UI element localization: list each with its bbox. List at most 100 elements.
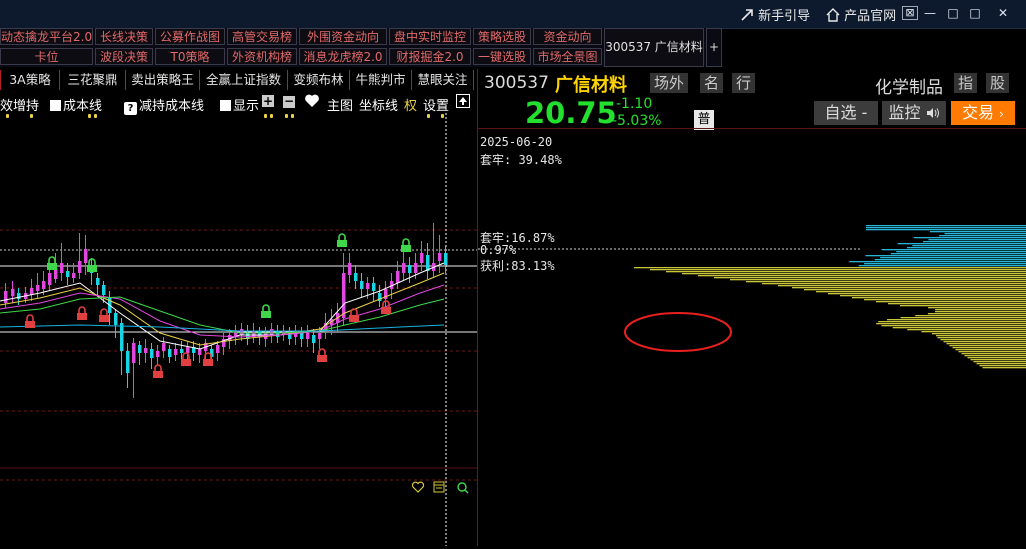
restore-button[interactable]: ⊠ xyxy=(902,6,918,20)
module-button[interactable]: 财报掘金2.0 xyxy=(389,48,471,65)
strategy-tab[interactable]: 3A策略 xyxy=(0,70,60,90)
lock-shackle xyxy=(155,365,161,371)
title-bar: 新手引导 产品官网 ⊠ — □ □ ✕ xyxy=(0,0,1026,29)
heart-icon[interactable] xyxy=(304,93,320,112)
axis-line-button[interactable]: 坐标线 xyxy=(359,95,398,114)
lock-shackle xyxy=(339,234,345,240)
module-button[interactable]: T0策略 xyxy=(155,48,225,65)
add-watchlist-button[interactable]: 自选 - xyxy=(814,101,878,125)
zoom-out-icon[interactable]: − xyxy=(283,94,295,109)
guide-link[interactable]: 新手引导 xyxy=(740,5,810,24)
module-button[interactable]: 盘中实时监控 xyxy=(389,28,471,45)
chip-distribution-panel[interactable]: 2025-06-20 套牢: 39.48% 套牢:16.87% 0.97% 获利… xyxy=(478,135,1026,546)
lock-shackle xyxy=(27,315,33,321)
website-link[interactable]: 产品官网 xyxy=(826,5,896,24)
kline-chart[interactable] xyxy=(0,113,477,546)
industry-label[interactable]: 化学制品 xyxy=(875,73,943,98)
module-button[interactable]: 外围资金动向 xyxy=(299,28,387,45)
chip-bar xyxy=(935,311,1026,312)
add-tab-button[interactable]: + xyxy=(706,28,722,67)
module-button[interactable]: 长线决策 xyxy=(95,28,153,45)
chip-bar xyxy=(849,261,1026,262)
strategy-tab[interactable]: 变频布林 xyxy=(288,70,350,90)
strategy-tab[interactable]: 卖出策略王 xyxy=(126,70,200,90)
candle-body xyxy=(318,333,322,339)
chip-bar xyxy=(866,255,1026,256)
tag-industry[interactable]: 行 xyxy=(732,73,755,93)
monitor-button[interactable]: 监控 xyxy=(882,101,946,125)
lock-icon xyxy=(349,309,359,322)
module-button[interactable]: 卡位 xyxy=(0,48,93,65)
zoom-in-icon[interactable]: + xyxy=(262,94,274,109)
chip-bar xyxy=(762,283,1026,284)
chip-bar xyxy=(666,271,1026,272)
candle-body xyxy=(372,283,376,291)
main-chart-button[interactable]: 主图 xyxy=(327,95,353,114)
candle-body xyxy=(150,349,154,358)
chip-bar xyxy=(930,231,1026,232)
stock-tab-button[interactable]: 300537 广信材料 xyxy=(604,28,704,67)
tag-offmarket[interactable]: 场外 xyxy=(650,73,688,93)
chip-bar xyxy=(778,285,1026,286)
strategy-tab[interactable]: 慧眼关注 xyxy=(412,70,474,90)
module-button[interactable]: 策略选股 xyxy=(473,28,531,45)
chip-bar xyxy=(947,343,1026,344)
lock-icon xyxy=(203,353,213,366)
calendar-icon[interactable] xyxy=(434,482,444,492)
chip-bar xyxy=(944,341,1026,342)
candle-body xyxy=(348,263,352,275)
tag-index[interactable]: 指 xyxy=(954,73,977,93)
toolbar-cost-line[interactable]: 成本线 xyxy=(50,95,102,114)
module-button[interactable]: 公募作战图 xyxy=(155,28,225,45)
toolbar-reduce-cost-line[interactable]: ?减持成本线 xyxy=(124,95,204,115)
candle-body xyxy=(444,253,448,265)
settings-button[interactable]: 设置 xyxy=(423,95,449,114)
lock-body xyxy=(77,313,87,320)
lock-body xyxy=(153,371,163,378)
tag-name[interactable]: 名 xyxy=(700,73,723,93)
zoom-icon[interactable] xyxy=(458,483,468,493)
ma-line xyxy=(0,297,444,333)
scroll-top-icon[interactable] xyxy=(456,94,470,112)
chip-bar xyxy=(945,233,1026,234)
module-button[interactable]: 消息龙虎榜2.0 xyxy=(299,48,387,65)
minimize-button[interactable]: — xyxy=(922,6,938,20)
candles-group xyxy=(4,223,448,398)
module-button[interactable]: 动态擒龙平台2.0 xyxy=(0,28,93,45)
toolbar-increase-holding[interactable]: 效增持 xyxy=(0,95,39,114)
candle-body xyxy=(300,333,304,339)
strategy-tab[interactable]: 全赢上证指数 xyxy=(200,70,288,90)
strategy-tab[interactable]: 三花聚鼎 xyxy=(60,70,126,90)
strategy-bar: 3A策略 三花聚鼎 卖出策略王 全赢上证指数 变频布林 牛熊判市 慧眼关注 xyxy=(0,69,477,91)
header-divider xyxy=(478,128,1026,129)
module-button[interactable]: 波段决策 xyxy=(95,48,153,65)
module-button[interactable]: 一键选股 xyxy=(473,48,531,65)
close-button[interactable]: ✕ xyxy=(995,6,1011,20)
watch-sep: - xyxy=(862,103,868,122)
chip-bar xyxy=(898,243,1026,244)
toolbar-show[interactable]: 显示 xyxy=(220,95,260,114)
strategy-tab[interactable]: 牛熊判市 xyxy=(350,70,412,90)
fullscreen-button[interactable]: □ xyxy=(967,6,983,20)
module-button[interactable]: 高管交易榜 xyxy=(227,28,297,45)
chip-bar xyxy=(634,267,1026,268)
chip-bar xyxy=(971,359,1026,360)
heart-icon[interactable] xyxy=(412,482,423,492)
chip-bar xyxy=(730,279,1026,280)
chevron-right-icon: › xyxy=(999,107,1004,121)
lock-icon xyxy=(337,234,347,247)
candle-body xyxy=(138,345,142,353)
ma-line xyxy=(0,325,444,331)
module-button[interactable]: 市场全景图 xyxy=(533,48,602,65)
rights-adjust-button[interactable]: 权 xyxy=(404,95,417,114)
maximize-button[interactable]: □ xyxy=(945,6,961,20)
trade-button[interactable]: 交易 › xyxy=(951,101,1015,125)
kline-chart-area[interactable] xyxy=(0,113,477,546)
price-change: -1.10 xyxy=(616,96,652,112)
candle-body xyxy=(366,283,370,289)
checkbox-icon xyxy=(220,100,231,111)
guide-label: 新手引导 xyxy=(758,9,810,24)
tag-stock[interactable]: 股 xyxy=(986,73,1009,93)
module-button[interactable]: 资金动向 xyxy=(533,28,602,45)
module-button[interactable]: 外资机构榜 xyxy=(227,48,297,65)
